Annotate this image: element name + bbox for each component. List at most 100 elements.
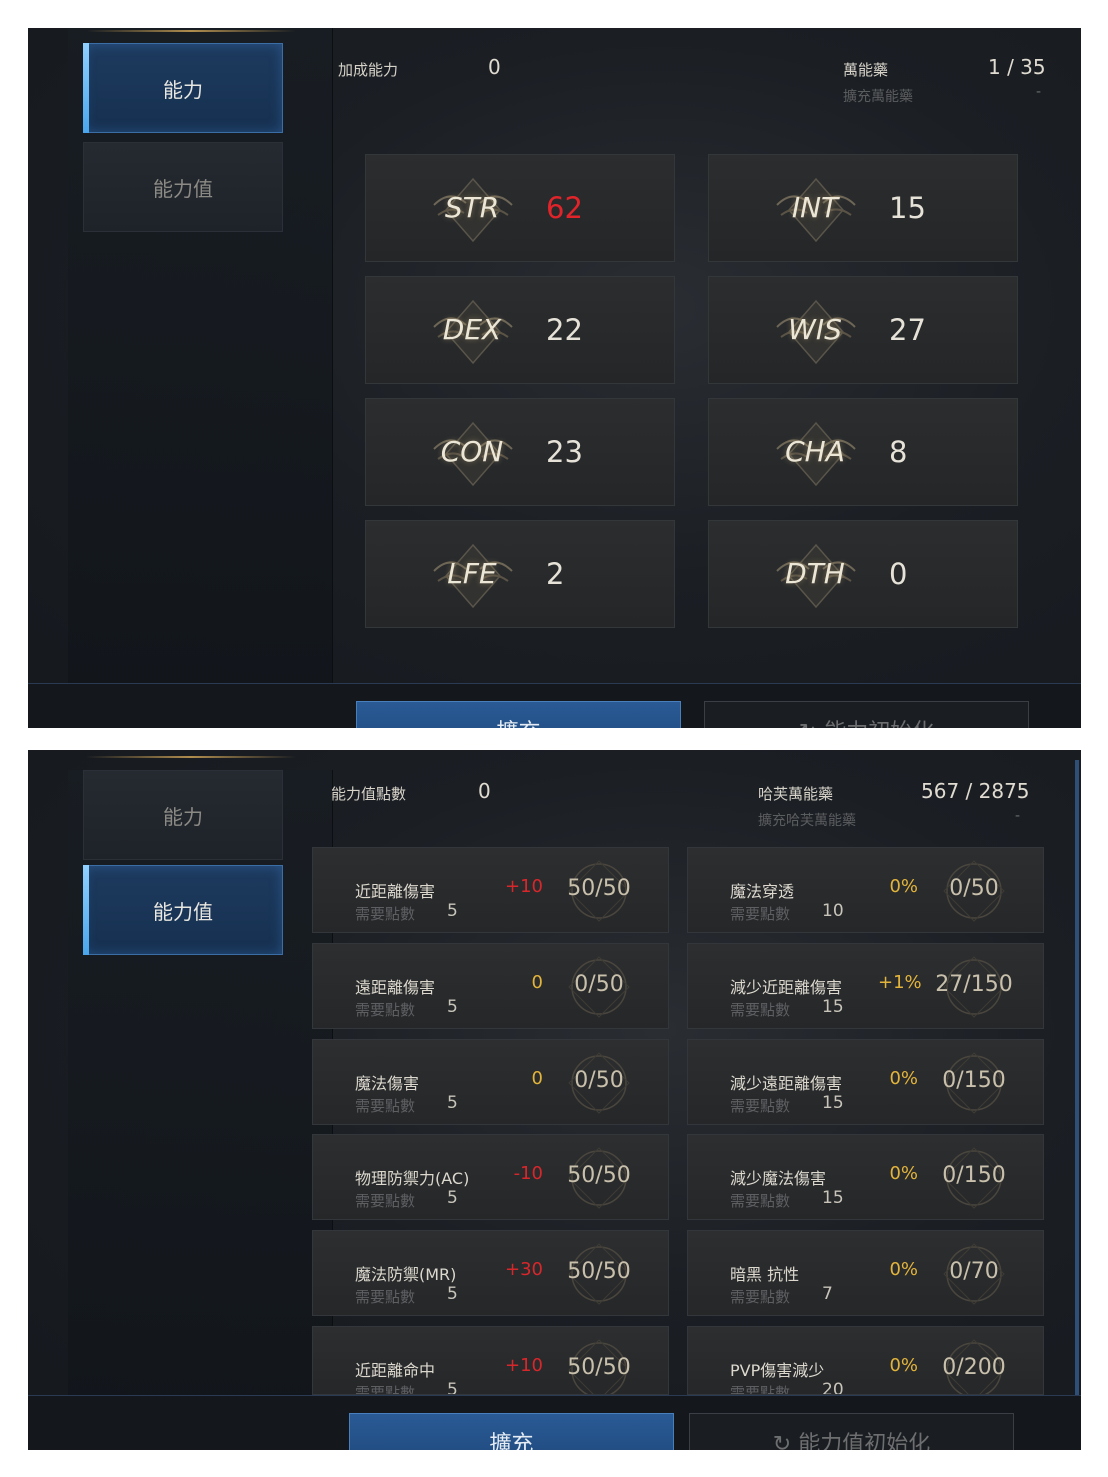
reset-ability-value-button[interactable]: ↻ 能力值初始化 xyxy=(689,1413,1014,1450)
attribute-name: 近距離傷害 xyxy=(355,882,436,901)
reset-ability-button[interactable]: ↻ 能力初始化 xyxy=(704,701,1029,728)
gold-divider xyxy=(86,756,296,758)
attribute-row[interactable]: 近距離傷害 需要點數 5 +10 50/50 xyxy=(312,847,669,933)
attribute-progress: 50/50 xyxy=(567,876,631,901)
stat-card-dth[interactable]: DTH 0 xyxy=(708,520,1018,628)
attribute-progress: 0/50 xyxy=(574,1068,624,1093)
expand-button[interactable]: 擴充 xyxy=(356,701,681,728)
attribute-req-label: 需要點數 xyxy=(730,1097,791,1115)
scrollbar[interactable] xyxy=(1075,760,1079,1400)
attribute-req-value: 15 xyxy=(822,997,844,1017)
attribute-req-value: 7 xyxy=(822,1284,833,1304)
points-label: 能力值點數 xyxy=(331,785,407,803)
attribute-progress: 0/150 xyxy=(942,1163,1006,1188)
attribute-progress: 0/70 xyxy=(949,1259,999,1284)
stat-card-wis[interactable]: WIS 27 xyxy=(708,276,1018,384)
attribute-name: 減少近距離傷害 xyxy=(730,978,843,997)
gold-divider xyxy=(86,30,296,32)
stat-value: 23 xyxy=(546,435,583,469)
stat-name: DTH xyxy=(785,557,845,590)
elixir-label: 萬能藥 xyxy=(843,61,889,79)
expand-button-label: 擴充 xyxy=(489,1432,534,1450)
attribute-name: 近距離命中 xyxy=(355,1361,436,1380)
attribute-req-value: 5 xyxy=(447,997,458,1017)
expand-button-label: 擴充 xyxy=(496,720,540,728)
ability-value-panel: 能力 能力值 能力值點數 0 哈芙萬能藥 567 / 2875 擴充哈芙萬能藥 … xyxy=(28,750,1081,1450)
attribute-bonus: 0% xyxy=(889,1068,918,1089)
attribute-bonus: +1% xyxy=(878,972,922,993)
attribute-req-value: 5 xyxy=(447,1188,458,1208)
attribute-name: 物理防禦力(AC) xyxy=(355,1169,470,1188)
attribute-row[interactable]: 減少近距離傷害 需要點數 15 +1% 27/150 xyxy=(687,943,1044,1029)
attribute-progress: 0/50 xyxy=(949,876,999,901)
attribute-name: 遠距離傷害 xyxy=(355,978,436,997)
attribute-row[interactable]: 魔法傷害 需要點數 5 0 0/50 xyxy=(312,1039,669,1125)
tab-ability-value[interactable]: 能力值 xyxy=(83,865,283,955)
tab-ability[interactable]: 能力 xyxy=(83,770,283,860)
attribute-row[interactable]: 遠距離傷害 需要點數 5 0 0/50 xyxy=(312,943,669,1029)
reset-button-label: 能力初始化 xyxy=(824,720,934,728)
tab-ability-value[interactable]: 能力值 xyxy=(83,142,283,232)
stat-name: WIS xyxy=(788,313,842,346)
tab-ability[interactable]: 能力 xyxy=(83,43,283,133)
stat-value: 2 xyxy=(546,557,565,591)
attribute-bonus: 0% xyxy=(889,1355,918,1376)
stat-value: 8 xyxy=(889,435,908,469)
stat-value: 22 xyxy=(546,313,583,347)
stat-card-dex[interactable]: DEX 22 xyxy=(365,276,675,384)
expand-elixir-value: - xyxy=(1036,84,1042,100)
stat-value: 15 xyxy=(889,191,926,225)
tab-ability-value-label: 能力值 xyxy=(153,899,213,924)
attribute-row[interactable]: 近距離命中 需要點數 5 +10 50/50 xyxy=(312,1326,669,1395)
expand-elixir-label: 擴充哈芙萬能藥 xyxy=(758,813,856,829)
attribute-req-value: 10 xyxy=(822,901,844,921)
ability-panel: 能力 能力值 加成能力 0 萬能藥 1 / 35 擴充萬能藥 - STR 62 IN… xyxy=(28,28,1081,728)
attribute-progress: 50/50 xyxy=(567,1259,631,1284)
attribute-bonus: 0 xyxy=(531,972,543,993)
stat-name: INT xyxy=(791,191,839,224)
attribute-req-value: 15 xyxy=(822,1188,844,1208)
reset-icon: ↻ xyxy=(772,1432,799,1450)
stat-card-str[interactable]: STR 62 xyxy=(365,154,675,262)
stat-name: CHA xyxy=(785,435,845,468)
attribute-row[interactable]: PVP傷害減少 需要點數 20 0% 0/200 xyxy=(687,1326,1044,1395)
attribute-row[interactable]: 減少魔法傷害 需要點數 15 0% 0/150 xyxy=(687,1134,1044,1220)
attribute-row[interactable]: 暗黑 抗性 需要點數 7 0% 0/70 xyxy=(687,1230,1044,1316)
stat-card-lfe[interactable]: LFE 2 xyxy=(365,520,675,628)
attribute-name: 魔法穿透 xyxy=(730,882,795,901)
stat-value: 62 xyxy=(546,191,583,225)
attribute-row[interactable]: 物理防禦力(AC) 需要點數 5 -10 50/50 xyxy=(312,1134,669,1220)
attribute-req-label: 需要點數 xyxy=(730,1288,791,1306)
tab-ability-label: 能力 xyxy=(163,804,203,829)
attribute-bonus: +10 xyxy=(505,876,543,897)
attribute-req-label: 需要點數 xyxy=(730,1192,791,1210)
attribute-req-label: 需要點數 xyxy=(355,1384,416,1395)
stat-name: DEX xyxy=(442,313,502,346)
stat-card-cha[interactable]: CHA 8 xyxy=(708,398,1018,506)
attribute-req-value: 20 xyxy=(822,1380,844,1395)
bonus-value: 0 xyxy=(488,55,501,79)
attribute-name: 減少魔法傷害 xyxy=(730,1169,827,1188)
expand-elixir-label: 擴充萬能藥 xyxy=(843,89,913,105)
attribute-progress: 0/200 xyxy=(942,1355,1006,1380)
attribute-req-label: 需要點數 xyxy=(355,905,416,923)
attribute-req-value: 5 xyxy=(447,1380,458,1395)
attribute-progress: 0/150 xyxy=(942,1068,1006,1093)
stat-name: STR xyxy=(444,191,500,224)
stat-card-int[interactable]: INT 15 xyxy=(708,154,1018,262)
stat-value: 27 xyxy=(889,313,926,347)
stat-card-con[interactable]: CON 23 xyxy=(365,398,675,506)
expand-button[interactable]: 擴充 xyxy=(349,1413,674,1450)
elixir-value: 1 / 35 xyxy=(988,55,1046,79)
attribute-bonus: 0% xyxy=(889,876,918,897)
stat-value: 0 xyxy=(889,557,908,591)
attribute-row[interactable]: 魔法穿透 需要點數 10 0% 0/50 xyxy=(687,847,1044,933)
attribute-name: 暗黑 抗性 xyxy=(730,1265,800,1284)
attribute-req-value: 15 xyxy=(822,1093,844,1113)
attribute-req-label: 需要點數 xyxy=(355,1001,416,1019)
attribute-row[interactable]: 魔法防禦(MR) 需要點數 5 +30 50/50 xyxy=(312,1230,669,1316)
attribute-row[interactable]: 減少遠距離傷害 需要點數 15 0% 0/150 xyxy=(687,1039,1044,1125)
elixir-label: 哈芙萬能藥 xyxy=(758,785,834,803)
attribute-bonus: +10 xyxy=(505,1355,543,1376)
attribute-req-label: 需要點數 xyxy=(355,1097,416,1115)
